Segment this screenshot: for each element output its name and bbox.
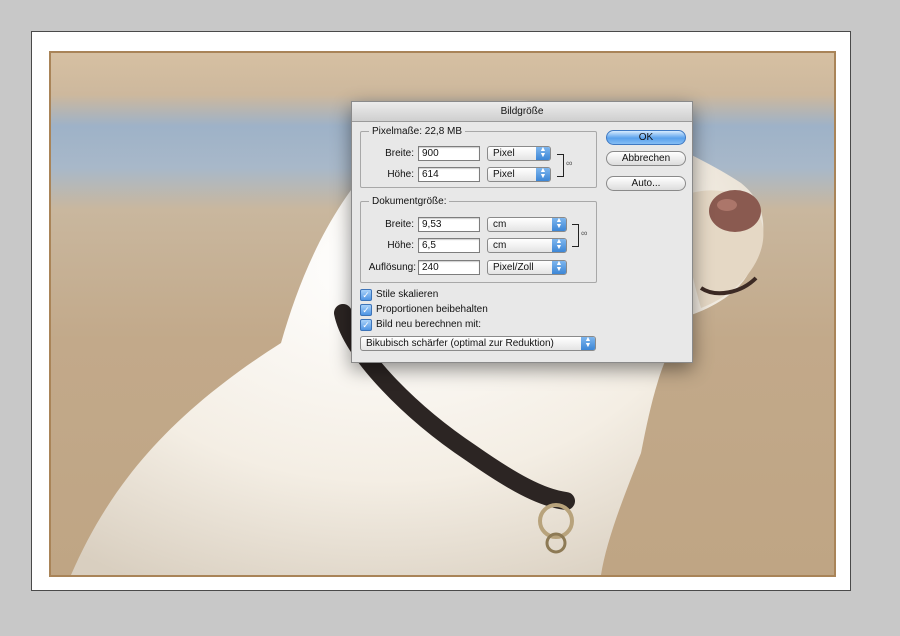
document-size-legend: Dokumentgröße: [372,196,447,207]
link-bracket [572,224,579,247]
dialog-title: Bildgröße [352,102,692,122]
chain-link-icon: ∞ [566,158,573,168]
pixel-width-input[interactable]: 900 [418,146,480,161]
pixel-width-label: Breite: [385,148,414,159]
resolution-unit-value: Pixel/Zoll [493,262,534,273]
resample-label: Bild neu berechnen mit: [376,319,482,330]
resample-checkbox[interactable]: ✓ Bild neu berechnen mit: [360,318,481,331]
select-arrows-icon: ▲ ▼ [552,217,566,231]
chain-link-icon: ∞ [581,228,588,238]
checkmark-icon: ✓ [360,304,372,316]
doc-width-input[interactable]: 9,53 [418,217,480,232]
scale-styles-checkbox[interactable]: ✓ Stile skalieren [360,288,438,301]
doc-height-unit-value: cm [493,240,507,251]
select-arrows-icon: ▲ ▼ [536,146,550,160]
doc-height-label: Höhe: [387,240,414,251]
resample-method-value: Bikubisch schärfer (optimal zur Reduktio… [366,338,554,349]
resolution-unit-select[interactable]: Pixel/Zoll ▲ ▼ [487,260,567,275]
doc-width-unit-select[interactable]: cm ▲ ▼ [487,217,567,232]
pixel-height-input[interactable]: 614 [418,167,480,182]
scale-styles-label: Stile skalieren [376,289,439,300]
pixel-height-label: Höhe: [387,169,414,180]
checkmark-icon: ✓ [360,319,372,331]
doc-height-unit-select[interactable]: cm ▲ ▼ [487,238,567,253]
doc-width-label: Breite: [385,219,414,230]
resample-method-select[interactable]: Bikubisch schärfer (optimal zur Reduktio… [360,336,596,351]
doc-width-unit-value: cm [493,219,507,230]
constrain-proportions-checkbox[interactable]: ✓ Proportionen beibehalten [360,303,488,316]
select-arrows-icon: ▲ ▼ [581,336,595,350]
pixel-dimensions-legend: Pixelmaße: 22,8 MB [372,126,463,137]
select-arrows-icon: ▲ ▼ [552,238,566,252]
cancel-button[interactable]: Abbrechen [606,151,686,166]
image-size-dialog: Bildgröße Pixelmaße: 22,8 MB Breite: 900… [351,101,693,363]
resolution-input[interactable]: 240 [418,260,480,275]
pixel-height-unit-select[interactable]: Pixel ▲ ▼ [487,167,551,182]
pixel-height-unit-value: Pixel [493,169,515,180]
link-bracket [557,154,564,177]
constrain-proportions-label: Proportionen beibehalten [376,304,488,315]
ok-button[interactable]: OK [606,130,686,145]
auto-button[interactable]: Auto... [606,176,686,191]
pixel-width-unit-select[interactable]: Pixel ▲ ▼ [487,146,551,161]
select-arrows-icon: ▲ ▼ [552,260,566,274]
select-arrows-icon: ▲ ▼ [536,167,550,181]
resolution-label: Auflösung: [368,262,416,273]
pixel-width-unit-value: Pixel [493,148,515,159]
doc-height-input[interactable]: 6,5 [418,238,480,253]
checkmark-icon: ✓ [360,289,372,301]
